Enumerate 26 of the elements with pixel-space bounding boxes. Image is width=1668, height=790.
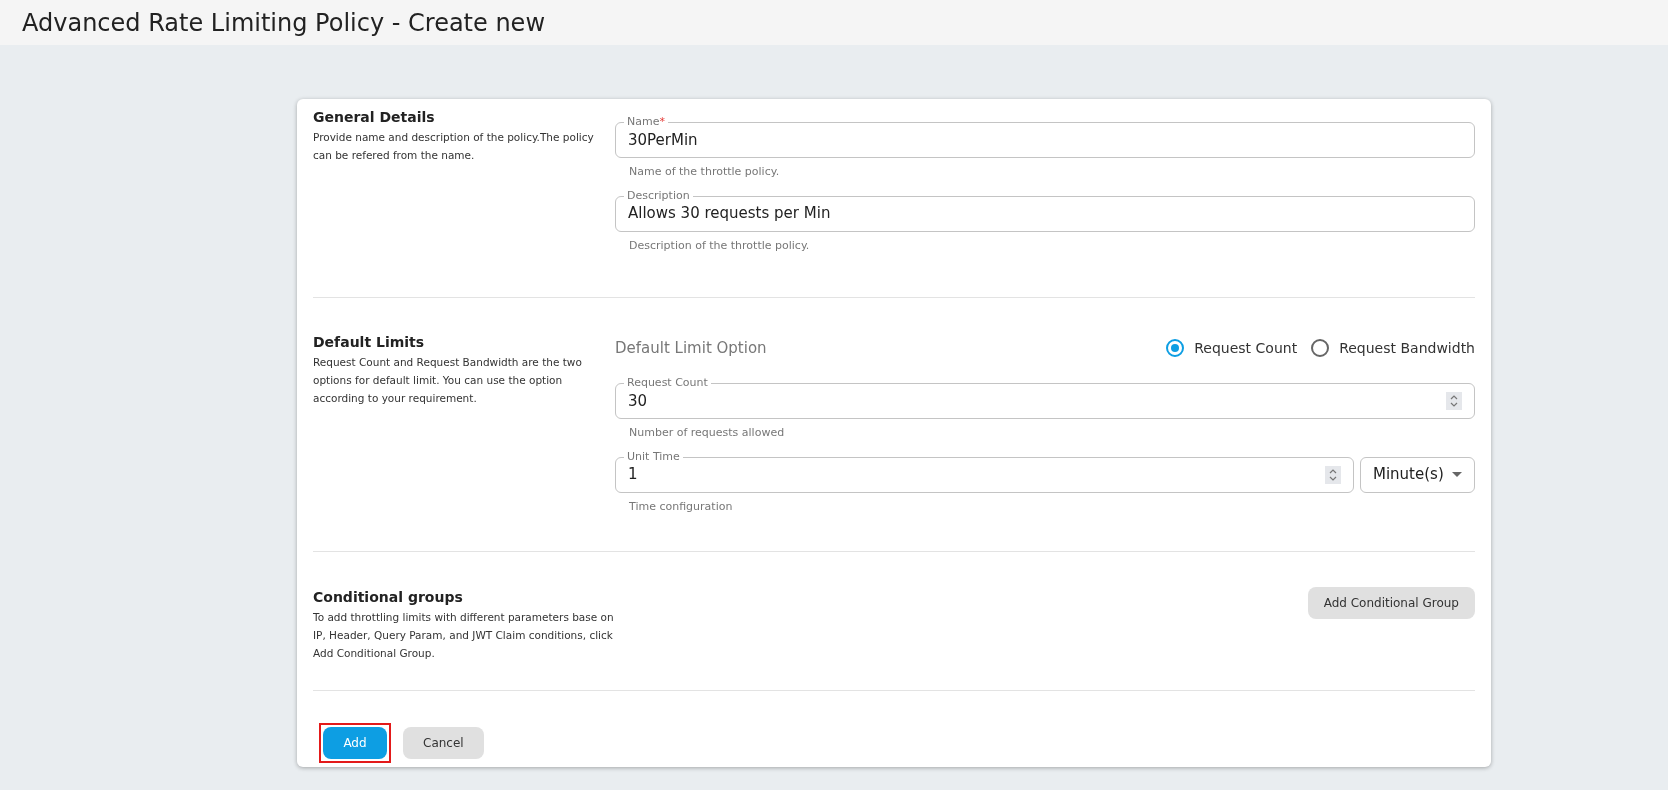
unit-select[interactable]: Minute(s) [1360, 456, 1475, 493]
stepper-icon[interactable] [1325, 465, 1341, 484]
page-title: Advanced Rate Limiting Policy - Create new [22, 7, 545, 39]
section-description: Request Count and Request Bandwidth are the two options for default limit. You can use the option according to your requirement. [313, 355, 583, 406]
field-label: Description [624, 188, 693, 203]
radio-option[interactable]: Request Bandwidth [1311, 337, 1475, 359]
option-label: Default Limit Option [615, 337, 767, 359]
helper-text: Time configuration [629, 498, 733, 515]
section-description: Provide name and description of the policy.The policy can be refered from the name. [313, 130, 595, 163]
stepper-icon[interactable] [1446, 392, 1462, 410]
field-value: 1 [628, 464, 639, 486]
radio-option[interactable]: Request Count [1166, 337, 1298, 359]
section-title: Default Limits [313, 333, 426, 352]
add-conditional-group-button[interactable]: Add Conditional Group [1307, 587, 1475, 619]
field-value: Allows 30 requests per Min [628, 203, 832, 225]
cancel-button[interactable]: Cancel [403, 727, 484, 759]
field-label: Request Count [624, 376, 711, 390]
helper-text: Name of the throttle policy. [629, 164, 780, 180]
section-title: Conditional groups [313, 588, 464, 607]
field-value: 30 [628, 390, 649, 412]
section-title: General Details [313, 108, 436, 127]
caret-icon [1452, 472, 1462, 477]
helper-text: Description of the throttle policy. [629, 237, 810, 254]
section-description: To add throttling limits with different parameters base on IP, Header, Query Param, and JWT Claim conditions, click Add Conditional Group. [313, 610, 615, 661]
helper-text: Number of requests allowed [629, 425, 785, 441]
field-value: 30PerMin [628, 129, 699, 151]
